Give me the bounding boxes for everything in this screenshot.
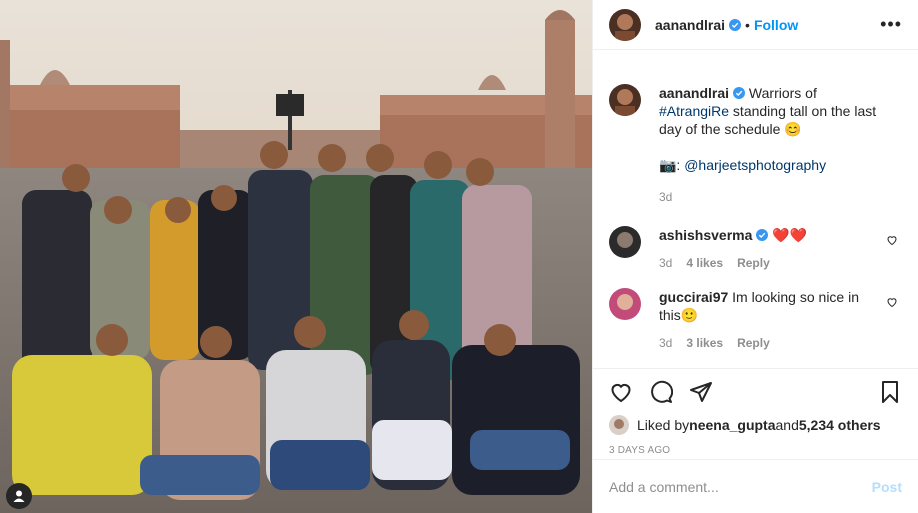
commenter-username[interactable]: guccirai97 <box>659 289 728 305</box>
avatar-image <box>609 288 641 320</box>
liked-by-prefix: Liked by <box>637 417 690 433</box>
follow-button[interactable]: Follow <box>754 17 798 33</box>
caption-row: aanandlrai Warriors of #AtrangiRe standi… <box>593 60 918 206</box>
likes-summary: Liked by neena_gupta and 5,234 others <box>609 415 902 435</box>
post-timestamp[interactable]: 3 DAYS AGO <box>609 445 902 456</box>
share-paper-plane-icon[interactable] <box>689 380 713 404</box>
comment-bubble-icon[interactable] <box>649 380 673 404</box>
comment-likes[interactable]: 4 likes <box>686 254 723 272</box>
comment-row: ashishsverma ❤️❤️ 3d 4 likes Reply <box>593 206 918 272</box>
commenter-username[interactable]: ashishsverma <box>659 227 752 243</box>
liker-avatar[interactable] <box>609 415 629 435</box>
avatar-image <box>609 84 641 116</box>
separator-dot: • <box>745 16 750 33</box>
comment-age[interactable]: 3d <box>659 254 672 272</box>
comment-text: ❤️❤️ <box>772 227 808 243</box>
avatar-image <box>609 226 641 258</box>
instagram-post: aanandlrai • Follow ••• aanandlrai Warri… <box>0 0 918 513</box>
post-photo[interactable] <box>0 0 592 513</box>
comments-list[interactable]: aanandlrai Warriors of #AtrangiRe standi… <box>593 60 918 370</box>
verified-badge-icon <box>733 87 746 99</box>
caption-author-avatar[interactable] <box>609 84 641 116</box>
comment-likes[interactable]: 3 likes <box>686 334 723 352</box>
add-comment-bar: Post <box>593 459 918 513</box>
more-options-button[interactable]: ••• <box>880 14 902 35</box>
group-photo-image <box>0 0 592 513</box>
post-side-panel: aanandlrai • Follow ••• aanandlrai Warri… <box>592 0 918 513</box>
caption-author-username[interactable]: aanandlrai <box>659 85 729 101</box>
liked-by-user[interactable]: neena_gupta <box>689 417 775 433</box>
comment-age[interactable]: 3d <box>659 334 672 352</box>
like-comment-heart-icon[interactable] <box>886 234 898 246</box>
commenter-avatar[interactable] <box>609 288 641 320</box>
post-actions: Liked by neena_gupta and 5,234 others 3 … <box>593 368 918 468</box>
photo-credit-label: 📷: <box>659 157 685 173</box>
tagged-users-button[interactable] <box>6 483 32 509</box>
comment-input[interactable] <box>609 478 872 495</box>
avatar-image <box>609 8 641 41</box>
action-bar <box>609 379 902 405</box>
avatar-image <box>609 415 629 435</box>
verified-badge-icon <box>729 18 742 31</box>
likes-count-link[interactable]: 5,234 others <box>799 417 881 433</box>
liked-by-middle: and <box>775 417 799 433</box>
author-avatar[interactable] <box>609 8 641 41</box>
verified-badge-icon <box>756 229 769 241</box>
user-icon <box>13 490 25 502</box>
reply-button[interactable]: Reply <box>737 254 770 272</box>
commenter-avatar[interactable] <box>609 226 641 258</box>
bookmark-save-icon[interactable] <box>878 380 902 404</box>
photographer-mention[interactable]: @harjeetsphotography <box>684 157 826 173</box>
author-username[interactable]: aanandlrai <box>655 17 725 33</box>
like-comment-heart-icon[interactable] <box>886 296 898 308</box>
reply-button[interactable]: Reply <box>737 334 770 352</box>
like-heart-icon[interactable] <box>609 380 633 404</box>
caption-age[interactable]: 3d <box>659 188 672 206</box>
caption-text-1: Warriors of <box>745 85 817 101</box>
comment-row: guccirai97 Im looking so nice in this🙂 3… <box>593 272 918 352</box>
post-comment-button[interactable]: Post <box>872 479 902 495</box>
caption-hashtag[interactable]: #AtrangiRe <box>659 103 729 119</box>
post-header: aanandlrai • Follow ••• <box>593 0 918 50</box>
